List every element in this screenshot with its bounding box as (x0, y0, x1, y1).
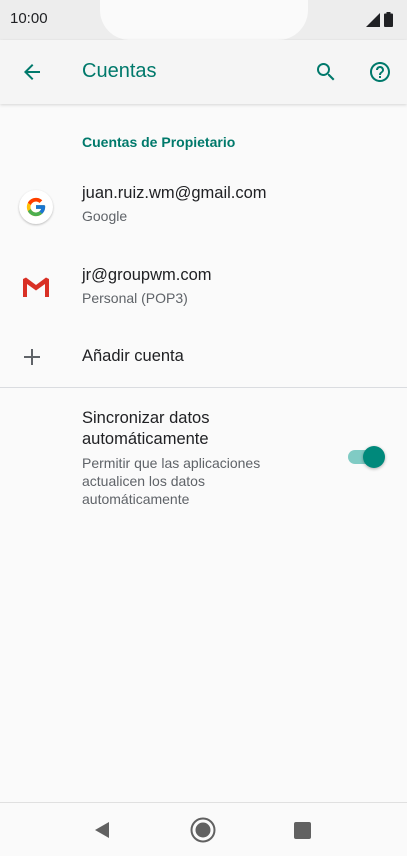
toggle-thumb (363, 446, 385, 468)
gmail-logo-icon (23, 277, 49, 297)
arrow-left-icon[interactable] (20, 60, 44, 84)
status-bar: 10:00 (0, 0, 407, 40)
navigation-bar (0, 802, 407, 856)
status-time: 10:00 (10, 10, 48, 27)
nav-recents-icon[interactable] (294, 822, 311, 839)
signal-icon (366, 12, 380, 27)
account-email: juan.ruiz.wm@gmail.com (82, 184, 267, 202)
add-account-button[interactable]: Añadir cuenta (0, 330, 407, 384)
sync-title: Sincronizar datos automáticamente (82, 409, 210, 448)
nav-back-icon[interactable] (92, 820, 112, 840)
account-item-pop3[interactable]: jr@groupwm.com Personal (POP3) (0, 254, 407, 324)
account-item-google[interactable]: juan.ruiz.wm@gmail.com Google (0, 172, 407, 242)
add-account-label: Añadir cuenta (82, 347, 184, 365)
sync-toggle[interactable] (346, 445, 386, 469)
help-circle-icon[interactable] (368, 60, 392, 84)
nav-home-icon[interactable] (190, 817, 216, 843)
account-type: Personal (POP3) (82, 290, 188, 306)
section-header: Cuentas de Propietario (82, 134, 236, 150)
account-email: jr@groupwm.com (82, 266, 212, 284)
search-icon[interactable] (314, 60, 338, 84)
google-logo-icon (19, 190, 53, 224)
app-bar: Cuentas (0, 40, 407, 104)
page-title: Cuentas (82, 60, 157, 82)
plus-icon (24, 349, 40, 365)
camera-notch (100, 0, 308, 40)
sync-subtitle: Permitir que las aplicaciones actualicen… (82, 455, 261, 507)
status-icons (366, 12, 393, 27)
account-type: Google (82, 208, 128, 224)
battery-icon (384, 12, 393, 27)
